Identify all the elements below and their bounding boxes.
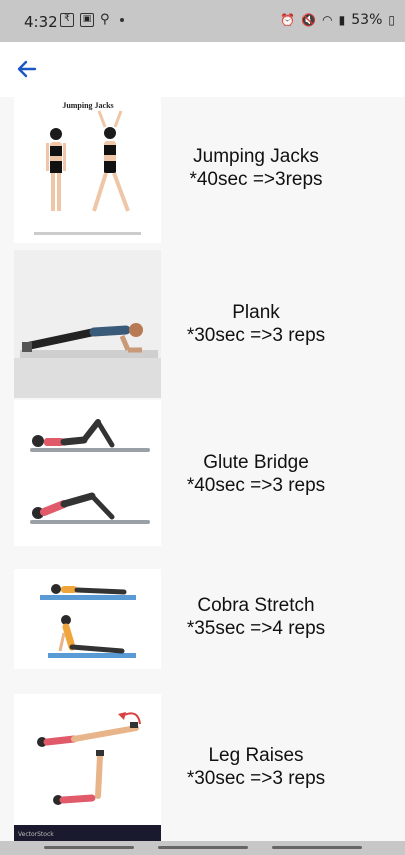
exercise-label-glute-bridge: Glute Bridge *40sec =>3 reps (174, 451, 338, 497)
back-button[interactable] (10, 54, 44, 84)
exercise-label-plank: Plank *30sec =>3 reps (174, 301, 338, 347)
battery-icon: ▯ (388, 13, 395, 27)
exercise-label-jumping-jacks: Jumping Jacks *40sec =>3reps (174, 145, 338, 191)
nav-back-button[interactable] (272, 846, 362, 849)
navigation-bar (0, 841, 405, 855)
exercise-name: Glute Bridge (203, 452, 309, 473)
exercise-label-cobra-stretch: Cobra Stretch *35sec =>4 reps (174, 594, 338, 640)
exercise-item-leg-raises[interactable]: VectorStock Leg Raises *30sec =>3 reps (14, 694, 405, 841)
exercise-name: Plank (232, 302, 280, 323)
exercise-image-leg-raises: VectorStock (14, 694, 161, 841)
exercise-list[interactable]: Jumping Jacks Jumping Jacks *40sec =>3re… (0, 97, 405, 841)
app-bar (0, 42, 405, 97)
exercise-detail: *30sec =>3 reps (186, 768, 326, 789)
image-title-text: Jumping Jacks (62, 101, 113, 110)
exercise-image-jumping-jacks: Jumping Jacks (14, 97, 161, 243)
status-bar: 4:32 ₹ ▣ ⚲ ⏰ 🔇 ◠ ▮ 53% ▯ (0, 0, 405, 42)
alarm-icon: ⏰ (280, 13, 296, 27)
exercise-detail: *35sec =>4 reps (186, 618, 326, 639)
battery-percent: 53% (351, 12, 383, 28)
mute-icon: 🔇 (301, 13, 317, 27)
bike-icon: ⚲ (100, 12, 110, 27)
wifi-icon: ◠ (322, 13, 333, 27)
exercise-detail: *30sec =>3 reps (186, 325, 326, 346)
exercise-name: Jumping Jacks (193, 146, 319, 167)
status-left-icons: ₹ ▣ ⚲ (60, 12, 124, 27)
exercise-detail: *40sec =>3 reps (186, 475, 326, 496)
exercise-item-jumping-jacks[interactable]: Jumping Jacks Jumping Jacks *40sec =>3re… (14, 97, 405, 243)
exercise-item-glute-bridge[interactable]: Glute Bridge *40sec =>3 reps (14, 400, 405, 546)
nav-home-button[interactable] (158, 846, 248, 849)
nav-recent-button[interactable] (44, 846, 134, 849)
exercise-image-cobra-stretch (14, 569, 161, 669)
exercise-name: Cobra Stretch (197, 595, 315, 616)
gallery-icon: ▣ (80, 12, 94, 27)
exercise-image-glute-bridge (14, 400, 161, 546)
arrow-left-icon (17, 60, 37, 78)
exercise-image-plank (14, 250, 161, 398)
svg-text:VectorStock: VectorStock (18, 831, 54, 838)
status-time: 4:32 (24, 13, 58, 31)
exercise-item-cobra-stretch[interactable]: Cobra Stretch *35sec =>4 reps (14, 569, 405, 669)
exercise-item-plank[interactable]: Plank *30sec =>3 reps (14, 250, 405, 398)
signal-icon: ▮ (338, 13, 346, 27)
status-right-icons: ⏰ 🔇 ◠ ▮ 53% ▯ (280, 12, 395, 28)
rupee-icon: ₹ (60, 12, 74, 27)
exercise-label-leg-raises: Leg Raises *30sec =>3 reps (174, 744, 338, 790)
exercise-name: Leg Raises (208, 745, 304, 766)
exercise-detail: *40sec =>3reps (189, 169, 323, 190)
notification-dot-icon (119, 17, 124, 22)
